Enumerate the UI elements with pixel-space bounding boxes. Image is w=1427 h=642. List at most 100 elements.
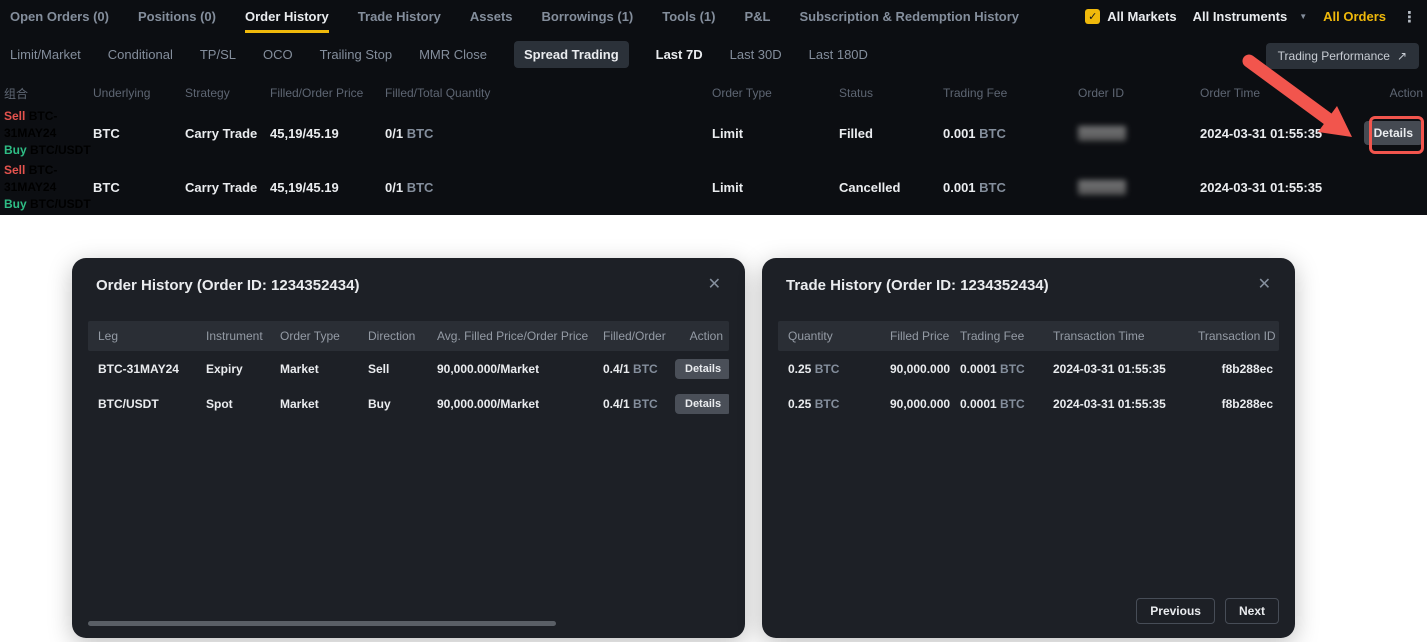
trading-performance-button[interactable]: Trading Performance ↗ [1266, 43, 1419, 69]
top-nav: Open Orders (0) Positions (0) Order Hist… [0, 0, 1427, 33]
col-underlying: Underlying [93, 86, 185, 100]
all-orders-link[interactable]: All Orders [1323, 9, 1386, 24]
leg-cell: BTC/USDT [88, 397, 196, 411]
horizontal-scrollbar[interactable] [88, 621, 556, 626]
trading-fee-cell: 0.0001 BTC [950, 397, 1043, 411]
order-history-modal: Order History (Order ID: 1234352434) ✕ L… [72, 258, 745, 638]
order-type-cell: Limit [712, 180, 839, 195]
order-leg-row: BTC/USDT Spot Market Buy 90,000.000/Mark… [88, 386, 729, 421]
tab-limit-market[interactable]: Limit/Market [10, 47, 81, 62]
col-avg-filled-price: Avg. Filled Price/Order Price [427, 329, 593, 343]
order-type-cell: Limit [712, 126, 839, 141]
col-order-type: Order Type [270, 329, 358, 343]
leg-symbol: BTC/USDT [30, 143, 91, 157]
next-button[interactable]: Next [1225, 598, 1279, 624]
close-icon[interactable]: ✕ [1258, 277, 1271, 293]
tab-subscription-redemption-history[interactable]: Subscription & Redemption History [799, 0, 1019, 33]
trade-modal-title: Trade History (Order ID: 1234352434) [786, 277, 1049, 294]
kebab-menu-icon[interactable]: ⋮ [1402, 8, 1417, 26]
all-markets-checkbox[interactable]: ✓ [1085, 9, 1100, 24]
top-nav-right: ✓ All Markets All Instruments ▼ All Orde… [1085, 8, 1417, 26]
trading-fee-cell: 0.001 BTC [943, 180, 1078, 195]
tab-open-orders[interactable]: Open Orders (0) [10, 0, 109, 33]
chevron-down-icon: ▼ [1299, 12, 1307, 21]
col-filled-order-price: Filled/Order Price [270, 86, 385, 100]
tab-spread-trading[interactable]: Spread Trading [514, 41, 629, 68]
filled-order-price-cell: 45,19/45.19 [270, 126, 385, 141]
col-action: Action [1335, 86, 1423, 100]
tab-order-history[interactable]: Order History [245, 0, 329, 33]
tab-trade-history[interactable]: Trade History [358, 0, 441, 33]
trade-modal-table: Quantity Filled Price Trading Fee Transa… [778, 321, 1279, 421]
col-instrument: Instrument [196, 329, 270, 343]
status-cell: Cancelled [839, 180, 943, 195]
col-filled-order: Filled/Order [593, 329, 675, 343]
tab-tpsl[interactable]: TP/SL [200, 47, 236, 62]
check-icon: ✓ [1088, 10, 1097, 23]
filled-order-price-cell: 45,19/45.19 [270, 180, 385, 195]
quantity-cell: 0.25 BTC [778, 362, 880, 376]
leg-side-buy: Buy [4, 197, 27, 211]
details-button[interactable]: Details [1364, 121, 1423, 145]
external-link-icon: ↗ [1397, 49, 1407, 63]
status-cell: Filled [839, 126, 943, 141]
transaction-id-cell: f8b288ec [1198, 397, 1279, 411]
redacted-order-id [1078, 126, 1126, 141]
leg-side-sell: Sell [4, 163, 25, 177]
tab-mmr-close[interactable]: MMR Close [419, 47, 487, 62]
col-filled-total-quantity: Filled/Total Quantity [385, 86, 712, 100]
tab-assets[interactable]: Assets [470, 0, 513, 33]
col-filled-price: Filled Price [880, 329, 950, 343]
all-markets-filter[interactable]: ✓ All Markets [1085, 9, 1176, 24]
order-time-cell: 2024-03-31 01:55:35 [1200, 126, 1335, 141]
order-modal-table: Leg Instrument Order Type Direction Avg.… [88, 321, 729, 421]
transaction-time-cell: 2024-03-31 01:55:35 [1043, 362, 1198, 376]
period-last-180d[interactable]: Last 180D [809, 47, 868, 62]
period-last-30d[interactable]: Last 30D [730, 47, 782, 62]
col-combination: 组合 [4, 85, 93, 102]
col-trading-fee: Trading Fee [950, 329, 1043, 343]
previous-button[interactable]: Previous [1136, 598, 1215, 624]
price-cell: 90,000.000/Market [427, 362, 593, 376]
tab-tools[interactable]: Tools (1) [662, 0, 715, 33]
col-transaction-id: Transaction ID [1198, 329, 1279, 343]
action-cell: Details [1335, 121, 1423, 145]
order-leg-row: BTC-31MAY24 Expiry Market Sell 90,000.00… [88, 351, 729, 386]
tab-oco[interactable]: OCO [263, 47, 293, 62]
pagination: Previous Next [1136, 598, 1279, 624]
order-modal-title: Order History (Order ID: 1234352434) [96, 277, 359, 294]
tab-trailing-stop[interactable]: Trailing Stop [320, 47, 393, 62]
trade-modal-table-header: Quantity Filled Price Trading Fee Transa… [778, 321, 1279, 351]
redacted-order-id [1078, 180, 1126, 195]
trading-fee-cell: 0.0001 BTC [950, 362, 1043, 376]
col-action: Action [675, 329, 729, 343]
tab-pnl[interactable]: P&L [744, 0, 770, 33]
col-direction: Direction [358, 329, 427, 343]
transaction-time-cell: 2024-03-31 01:55:35 [1043, 397, 1198, 411]
filled-price-cell: 90,000.000 [880, 397, 950, 411]
tab-borrowings[interactable]: Borrowings (1) [542, 0, 634, 33]
trade-row: 0.25 BTC 90,000.000 0.0001 BTC 2024-03-3… [778, 351, 1279, 386]
tab-conditional[interactable]: Conditional [108, 47, 173, 62]
strategy-cell: Carry Trade [185, 126, 270, 141]
details-button[interactable]: Details [675, 394, 729, 414]
price-cell: 90,000.000/Market [427, 397, 593, 411]
all-instruments-label: All Instruments [1193, 9, 1288, 24]
transaction-id-cell: f8b288ec [1198, 362, 1279, 376]
filled-cell: 0.4/1 BTC [593, 362, 675, 376]
combination-cell: Sell BTC-31MAY24 Buy BTC/USDT [4, 162, 93, 213]
period-last-7d[interactable]: Last 7D [656, 47, 703, 62]
col-trading-fee: Trading Fee [943, 86, 1078, 100]
col-status: Status [839, 86, 943, 100]
direction-cell: Sell [358, 362, 427, 376]
close-icon[interactable]: ✕ [708, 277, 721, 293]
filled-cell: 0.4/1 BTC [593, 397, 675, 411]
details-button[interactable]: Details [675, 359, 729, 379]
order-modal-table-header: Leg Instrument Order Type Direction Avg.… [88, 321, 729, 351]
tab-positions[interactable]: Positions (0) [138, 0, 216, 33]
all-instruments-dropdown[interactable]: All Instruments ▼ [1193, 9, 1308, 24]
instrument-cell: Spot [196, 397, 270, 411]
leg-side-sell: Sell [4, 109, 25, 123]
underlying-cell: BTC [93, 126, 185, 141]
strategy-cell: Carry Trade [185, 180, 270, 195]
